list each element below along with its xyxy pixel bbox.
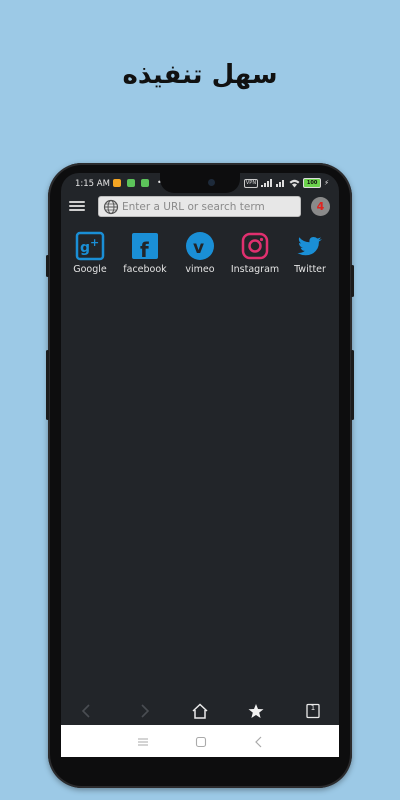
battery-indicator: 100 [303, 178, 322, 188]
globe-icon [103, 199, 119, 215]
tab-switcher-button[interactable]: 1 [304, 702, 322, 720]
front-camera [208, 179, 215, 186]
status-time: 1:15 AM [75, 179, 110, 189]
url-input[interactable] [122, 198, 294, 215]
system-back-icon[interactable] [252, 735, 266, 749]
phone-volume-button [46, 350, 49, 420]
browser-bottom-nav: 1 [61, 697, 339, 725]
back-arrow-icon[interactable] [78, 702, 96, 720]
wifi-icon [289, 179, 300, 187]
speed-dial-instagram[interactable]: Instagram [227, 231, 283, 275]
page-headline: سهل تنفيذه [122, 60, 278, 90]
tab-switcher-count: 1 [310, 704, 316, 712]
speed-dial-google[interactable]: g + Google [62, 231, 118, 275]
url-bar[interactable] [98, 196, 301, 217]
instagram-icon [241, 232, 269, 260]
browser-screen: 1:15 AM • VPN 100 ⚡ 4 [61, 173, 339, 757]
speed-dial-label: Instagram [230, 264, 280, 275]
speed-dial-label: Twitter [294, 264, 326, 275]
system-nav-bar [61, 725, 339, 757]
phone-side-button [46, 255, 49, 277]
speed-dial-facebook[interactable]: f facebook [117, 231, 173, 275]
speed-dial-vimeo[interactable]: v vimeo [172, 231, 228, 275]
recents-menu-icon[interactable] [136, 735, 150, 749]
svg-text:+: + [90, 236, 99, 249]
signal-icon [276, 180, 285, 187]
browser-toolbar: 4 [61, 195, 339, 219]
vimeo-icon: v [186, 232, 214, 260]
speed-dial-twitter[interactable]: Twitter [282, 231, 338, 275]
svg-text:g: g [80, 240, 90, 256]
svg-text:v: v [193, 238, 204, 258]
charging-icon: ⚡ [324, 179, 329, 187]
speed-dial-label: vimeo [185, 264, 215, 275]
forward-arrow-icon[interactable] [135, 702, 153, 720]
system-home-icon[interactable] [194, 735, 208, 749]
tab-count-badge[interactable]: 4 [311, 197, 330, 216]
signal-icon [261, 179, 273, 187]
phone-side-button [351, 265, 354, 297]
camera-notch [160, 173, 240, 193]
svg-text:f: f [140, 238, 149, 261]
vpn-badge: VPN [243, 178, 259, 188]
speed-dial-label: facebook [123, 264, 167, 275]
speed-dial-label: Google [73, 264, 107, 275]
notification-app-icon [127, 179, 135, 187]
twitter-icon [297, 237, 322, 256]
hamburger-menu-icon[interactable] [69, 199, 85, 213]
phone-power-button [351, 350, 354, 420]
star-bookmark-icon[interactable] [247, 702, 265, 720]
facebook-icon: f [132, 233, 158, 261]
notification-app-icon [141, 179, 149, 187]
speed-dial: g + Google f facebook v vimeo Instagram … [61, 231, 339, 281]
home-icon[interactable] [191, 702, 209, 720]
notification-app-icon [113, 179, 121, 187]
google-plus-icon: g + [75, 231, 105, 261]
